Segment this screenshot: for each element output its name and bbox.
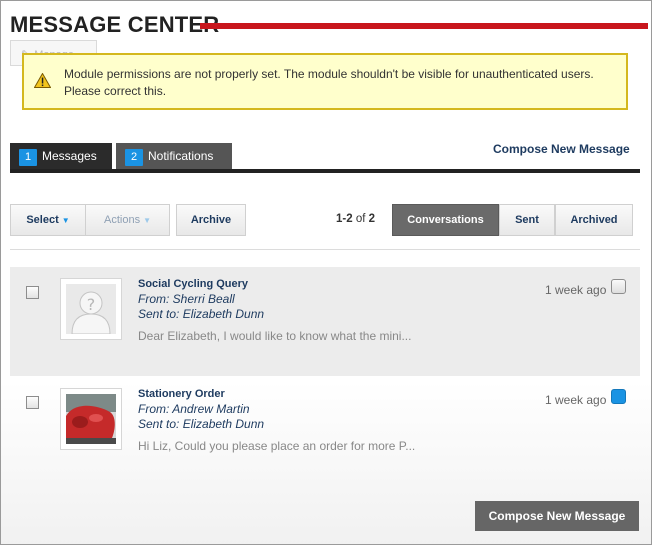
- header: MESSAGE CENTER: [10, 9, 648, 39]
- svg-text:?: ?: [87, 295, 96, 314]
- unread-status-toggle[interactable]: [611, 389, 626, 404]
- tab-messages-count: 1: [19, 149, 37, 166]
- avatar[interactable]: ?: [60, 278, 122, 340]
- message-row[interactable]: Stationery Order From: Andrew Martin Sen…: [10, 377, 640, 486]
- default-avatar-icon: ?: [66, 284, 116, 335]
- message-snippet: Dear Elizabeth, I would like to know wha…: [138, 329, 412, 343]
- message-row[interactable]: ? Social Cycling Query From: Sherri Beal…: [10, 267, 640, 376]
- view-conversations-button[interactable]: Conversations: [392, 204, 499, 236]
- read-status-toggle[interactable]: [611, 279, 626, 294]
- message-snippet: Hi Liz, Could you please place an order …: [138, 439, 416, 453]
- message-center-module: MESSAGE CENTER ✎Manage Module permission…: [0, 0, 652, 545]
- message-subject[interactable]: Social Cycling Query: [138, 278, 248, 290]
- message-count: 1-2 of 2: [336, 213, 375, 225]
- compose-new-message-link[interactable]: Compose New Message: [493, 142, 630, 156]
- message-recipient: Sent to: Elizabeth Dunn: [138, 307, 265, 321]
- caret-down-icon: ▼: [143, 216, 151, 225]
- message-total: 2: [368, 213, 376, 225]
- message-time: 1 week ago: [545, 283, 607, 297]
- message-sender: From: Andrew Martin: [138, 402, 250, 416]
- message-time: 1 week ago: [545, 393, 607, 407]
- caret-down-icon: ▼: [61, 216, 70, 225]
- tab-notifications[interactable]: 2 Notifications: [116, 143, 232, 169]
- tab-notifications-label: Notifications: [148, 149, 214, 163]
- warning-text-line2: Please correct this.: [64, 84, 167, 98]
- warning-icon: [34, 73, 51, 88]
- actions-label: Actions: [104, 214, 141, 226]
- avatar[interactable]: [60, 388, 122, 450]
- tab-messages[interactable]: 1 Messages: [10, 143, 112, 169]
- message-count-of: of: [355, 213, 366, 225]
- select-dropdown-button[interactable]: Select ▼: [10, 204, 86, 236]
- warning-text: Module permissions are not properly set.…: [64, 66, 624, 100]
- actions-dropdown-button[interactable]: Actions ▼: [85, 204, 170, 236]
- message-sender: From: Sherri Beall: [138, 292, 235, 306]
- tab-messages-label: Messages: [42, 149, 97, 163]
- message-checkbox[interactable]: [26, 396, 39, 409]
- photo-avatar: [66, 394, 116, 444]
- view-archived-button[interactable]: Archived: [555, 204, 633, 236]
- permission-warning: Module permissions are not properly set.…: [22, 53, 628, 110]
- message-range: 1-2: [336, 213, 353, 225]
- title-accent-bar: [200, 23, 648, 29]
- view-sent-button[interactable]: Sent: [499, 204, 555, 236]
- archive-button[interactable]: Archive: [176, 204, 246, 236]
- compose-new-message-button[interactable]: Compose New Message: [475, 501, 639, 531]
- page-title: MESSAGE CENTER: [10, 12, 220, 37]
- tab-notifications-count: 2: [125, 149, 143, 166]
- message-checkbox[interactable]: [26, 286, 39, 299]
- divider: [10, 249, 640, 250]
- message-recipient: Sent to: Elizabeth Dunn: [138, 417, 265, 431]
- message-subject[interactable]: Stationery Order: [138, 388, 225, 400]
- select-label: Select: [26, 214, 59, 226]
- warning-text-line1: Module permissions are not properly set.…: [64, 67, 594, 81]
